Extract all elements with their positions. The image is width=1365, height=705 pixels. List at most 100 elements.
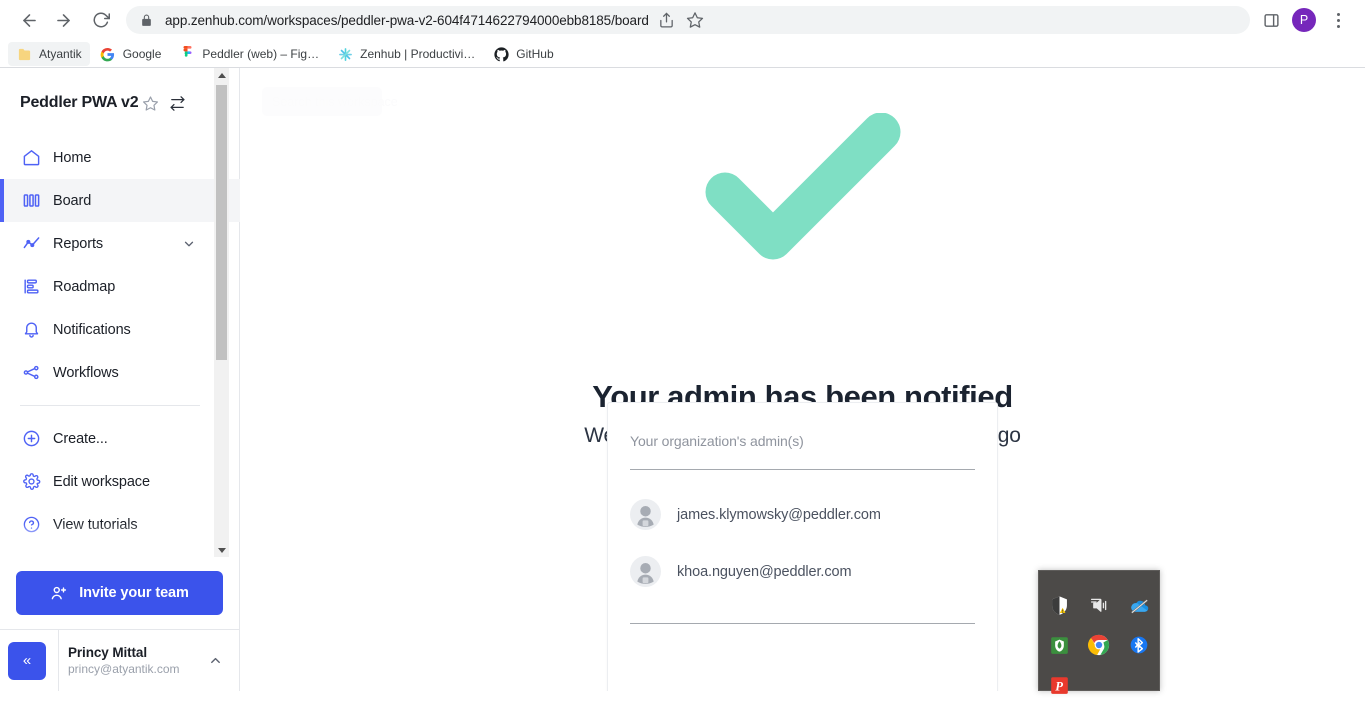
question-circle-icon xyxy=(20,514,42,536)
admin-email: khoa.nguyen@peddler.com xyxy=(677,563,852,580)
url-text: app.zenhub.com/workspaces/peddler-pwa-v2… xyxy=(165,12,649,28)
star-icon[interactable] xyxy=(681,6,709,34)
sidebar-item-label: Board xyxy=(53,192,92,209)
reload-button[interactable] xyxy=(86,5,116,35)
green-shield-icon[interactable] xyxy=(1039,625,1079,665)
admin-list: james.klymowsky@peddler.com khoa.nguyen@… xyxy=(630,486,975,600)
volume-icon[interactable] xyxy=(1079,585,1119,625)
browser-chrome: app.zenhub.com/workspaces/peddler-pwa-v2… xyxy=(0,0,1365,68)
bookmark-label: GitHub xyxy=(516,47,554,61)
sidebar-item-home[interactable]: Home xyxy=(0,136,240,179)
bookmark-zenhub[interactable]: Zenhub | Productivi… xyxy=(329,42,483,66)
chrome-icon[interactable] xyxy=(1079,625,1119,665)
user-info[interactable]: Princy Mittal princy@atyantik.com xyxy=(58,645,180,676)
sidebar-item-workflows[interactable]: Workflows xyxy=(0,351,240,394)
browser-toolbar: app.zenhub.com/workspaces/peddler-pwa-v2… xyxy=(0,0,1365,40)
sidebar-item-notifications[interactable]: Notifications xyxy=(0,308,240,351)
forward-button[interactable] xyxy=(48,5,78,35)
sidebar-item-label: Create... xyxy=(53,430,108,447)
invite-section: Invite your team xyxy=(0,557,239,629)
bookmarks-bar: Atyantik Google Peddler (web) – Fig… Zen… xyxy=(0,40,1365,68)
card-bottom-rule xyxy=(630,623,975,624)
sidebar-item-label: View tutorials xyxy=(53,516,138,533)
sidebar-actions: Create... Edit workspace View tutorials xyxy=(0,417,240,546)
sidebar-scrollbar[interactable] xyxy=(214,68,229,558)
checkmark-icon xyxy=(705,113,900,260)
bookmark-label: Zenhub | Productivi… xyxy=(360,47,476,61)
bookmark-label: Atyantik xyxy=(39,47,82,61)
sidebar-item-edit-workspace[interactable]: Edit workspace xyxy=(0,460,240,503)
plus-circle-icon xyxy=(20,428,42,450)
search-placeholder: Search this workspace xyxy=(272,94,398,109)
three-dot-menu-icon[interactable] xyxy=(1325,5,1351,35)
bookmark-label: Google xyxy=(122,47,162,61)
profile-avatar[interactable]: P xyxy=(1292,8,1316,32)
search-workspace-input[interactable]: Search this workspace xyxy=(262,87,398,116)
lock-icon xyxy=(140,14,153,27)
user-bar-divider xyxy=(58,630,59,691)
bookmark-label: Peddler (web) – Fig… xyxy=(202,47,320,61)
success-graphic xyxy=(240,113,1365,264)
board-icon xyxy=(20,190,42,212)
bookmark-atyantik[interactable]: Atyantik xyxy=(8,42,90,66)
page-viewport: Peddler PWA v2 Home Board Reports Roadma… xyxy=(0,68,1365,691)
sidebar-nav: Home Board Reports Roadmap Notifications… xyxy=(0,136,240,394)
user-name: Princy Mittal xyxy=(68,645,147,660)
star-outline-icon[interactable] xyxy=(142,95,159,112)
gear-icon xyxy=(20,471,42,493)
browser-right-actions: P xyxy=(1256,5,1357,35)
user-bar: « Princy Mittal princy@atyantik.com xyxy=(0,629,239,691)
invite-your-team-button[interactable]: Invite your team xyxy=(16,571,223,615)
chevron-up-icon[interactable] xyxy=(208,653,223,668)
sidebar-item-view-tutorials[interactable]: View tutorials xyxy=(0,503,240,546)
share-icon[interactable] xyxy=(653,6,681,34)
scroll-up-arrow-icon[interactable] xyxy=(214,68,229,83)
sidebar-item-create[interactable]: Create... xyxy=(0,417,240,460)
sidebar-scroll-area: Peddler PWA v2 Home Board Reports Roadma… xyxy=(0,68,240,558)
side-panel-icon[interactable] xyxy=(1256,5,1286,35)
bookmark-peddler-figma[interactable]: Peddler (web) – Fig… xyxy=(171,42,327,66)
avatar-placeholder-icon xyxy=(630,499,661,530)
sidebar-divider-top xyxy=(20,405,200,406)
github-icon xyxy=(493,46,509,62)
workspace-title: Peddler PWA v2 xyxy=(20,94,139,111)
chevron-down-icon[interactable] xyxy=(182,237,196,251)
collapse-sidebar-button[interactable]: « xyxy=(8,641,46,680)
sidebar-item-label: Edit workspace xyxy=(53,473,150,490)
workspace-header: Peddler PWA v2 xyxy=(0,68,240,120)
tray-icon-grid: P xyxy=(1039,585,1159,705)
sidebar-item-label: Notifications xyxy=(53,321,131,338)
figma-icon xyxy=(179,46,195,62)
address-bar[interactable]: app.zenhub.com/workspaces/peddler-pwa-v2… xyxy=(126,6,1250,34)
avatar-placeholder-icon xyxy=(630,556,661,587)
zenhub-icon xyxy=(337,46,353,62)
onedrive-offline-icon[interactable] xyxy=(1119,585,1159,625)
sidebar-item-label: Home xyxy=(53,149,92,166)
sidebar-item-label: Reports xyxy=(53,235,104,252)
sidebar-item-board[interactable]: Board xyxy=(0,179,240,222)
sidebar-item-label: Workflows xyxy=(53,364,119,381)
invite-button-label: Invite your team xyxy=(79,585,189,601)
windows-defender-icon[interactable] xyxy=(1039,585,1079,625)
sidebar-item-reports[interactable]: Reports xyxy=(0,222,240,265)
sidebar-scrollbar-thumb[interactable] xyxy=(216,85,227,360)
roadmap-icon xyxy=(20,276,42,298)
reports-icon xyxy=(20,233,42,255)
system-tray-flyout: P xyxy=(1038,570,1160,694)
add-person-icon xyxy=(50,584,68,602)
sidebar-item-roadmap[interactable]: Roadmap xyxy=(0,265,240,308)
bell-icon xyxy=(20,319,42,341)
list-item[interactable]: james.klymowsky@peddler.com xyxy=(630,486,975,543)
red-p-app-icon[interactable]: P xyxy=(1039,665,1079,705)
bookmark-google[interactable]: Google xyxy=(92,42,170,66)
list-item[interactable]: khoa.nguyen@peddler.com xyxy=(630,543,975,600)
bookmark-github[interactable]: GitHub xyxy=(485,42,561,66)
bluetooth-icon[interactable] xyxy=(1119,625,1159,665)
switch-workspace-icon[interactable] xyxy=(169,95,186,112)
home-icon xyxy=(20,147,42,169)
main-content: Search this workspace Your admin has bee… xyxy=(240,68,1365,691)
scroll-down-arrow-icon[interactable] xyxy=(214,543,229,558)
field-underline xyxy=(630,469,975,470)
workspace-actions xyxy=(142,95,224,112)
back-button[interactable] xyxy=(14,5,44,35)
